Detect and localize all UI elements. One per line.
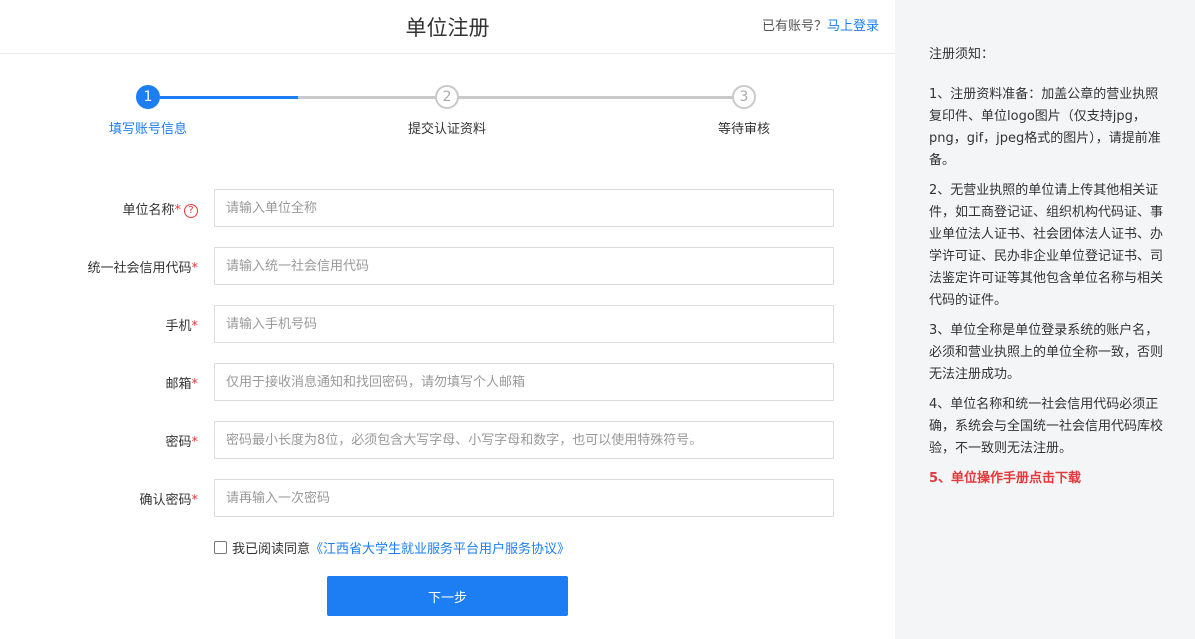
login-hint: 已有账号？马上登录 (762, 15, 879, 34)
step-track-remaining (298, 96, 733, 99)
notice-item: 3、单位全称是单位登录系统的账户名，必须和营业执照上的单位全称一致，否则无法注册… (929, 323, 1164, 382)
form-row-credit-code: 统一社会信用代码* (0, 247, 895, 285)
step-1-circle: 1 (136, 85, 160, 109)
login-prompt: 已有账号？ (761, 19, 827, 34)
form-row-company-name: 单位名称*? (0, 189, 895, 227)
main-panel: 单位注册 已有账号？马上登录 1 2 3 填写账号信息 提交认证资料 等待审核 … (0, 0, 895, 639)
notice-item: 2、无营业执照的单位请上传其他相关证件，如工商登记证、组织机构代码证、事业单位法… (929, 183, 1164, 308)
step-track-complete (160, 96, 298, 99)
notice-item: 4、单位名称和统一社会信用代码必须正确，系统会与全国统一社会信用代码库校验，不一… (929, 397, 1164, 456)
help-icon[interactable]: ? (184, 204, 198, 218)
required-mark: * (191, 377, 199, 392)
password-input[interactable] (214, 421, 834, 459)
email-label: 邮箱* (165, 377, 199, 392)
next-step-button[interactable]: 下一步 (327, 576, 568, 616)
form-row-phone: 手机* (0, 305, 895, 343)
agree-checkbox[interactable] (214, 540, 227, 554)
notice-title: 注册须知： (929, 47, 995, 62)
phone-label: 手机* (165, 319, 199, 334)
phone-input[interactable] (214, 305, 834, 343)
login-link[interactable]: 马上登录 (827, 19, 879, 34)
password-label: 密码* (165, 435, 199, 450)
required-mark: * (174, 203, 182, 218)
confirm-password-label: 确认密码* (139, 493, 199, 508)
progress-steps: 1 2 3 填写账号信息 提交认证资料 等待审核 (0, 84, 895, 144)
required-mark: * (191, 493, 199, 508)
required-mark: * (191, 435, 199, 450)
agreement-link[interactable]: 《江西省大学生就业服务平台用户服务协议》 (310, 538, 570, 557)
step-2-circle: 2 (435, 85, 459, 109)
required-mark: * (191, 319, 199, 334)
notice-item: 1、注册资料准备：加盖公章的营业执照复印件、单位logo图片（仅支持jpg，pn… (929, 87, 1161, 168)
company-name-label: 单位名称*? (122, 199, 198, 218)
step-3-circle: 3 (732, 85, 756, 109)
page-title: 单位注册 (405, 16, 490, 40)
step-3-label: 等待审核 (717, 122, 770, 137)
header: 单位注册 已有账号？马上登录 (0, 0, 895, 54)
company-name-input[interactable] (214, 189, 834, 227)
registration-notice: 注册须知： 1、注册资料准备：加盖公章的营业执照复印件、单位logo图片（仅支持… (929, 44, 1171, 498)
form-row-email: 邮箱* (0, 363, 895, 401)
agree-text: 我已阅读同意 (232, 541, 311, 557)
credit-code-input[interactable] (214, 247, 834, 285)
step-1-label: 填写账号信息 (108, 122, 187, 137)
required-mark: * (191, 261, 199, 276)
form-row-password: 密码* (0, 421, 895, 459)
email-input[interactable] (214, 363, 834, 401)
credit-code-label: 统一社会信用代码* (87, 261, 199, 276)
manual-download-link[interactable]: 5、单位操作手册点击下载 (929, 468, 1171, 490)
step-2-label: 提交认证资料 (407, 122, 486, 137)
agreement-row: 我已阅读同意 《江西省大学生就业服务平台用户服务协议》 (214, 538, 570, 557)
form-row-confirm-password: 确认密码* (0, 479, 895, 517)
confirm-password-input[interactable] (214, 479, 834, 517)
